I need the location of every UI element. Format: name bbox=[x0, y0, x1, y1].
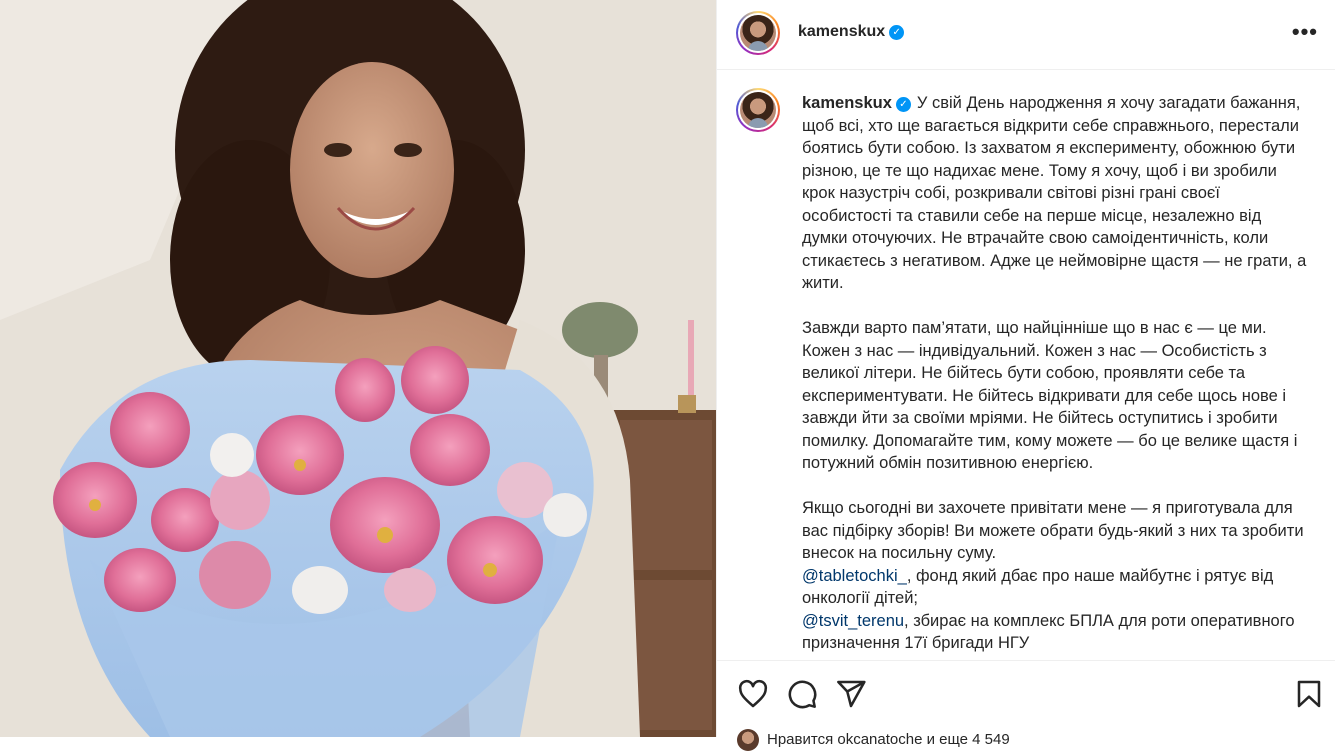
caption-mention-2-line: @tsvit_terenu, збирає на комплекс БПЛА д… bbox=[802, 610, 1307, 655]
more-options-icon[interactable]: ••• bbox=[1292, 21, 1318, 43]
author-avatar[interactable] bbox=[736, 11, 780, 55]
post-header: kamenskux ✓ ••• bbox=[717, 0, 1335, 70]
verified-badge-icon: ✓ bbox=[895, 97, 911, 112]
verified-badge-icon: ✓ bbox=[889, 25, 905, 40]
likes-summary[interactable]: Нравится okcanatoche и еще 4 549 bbox=[737, 729, 1317, 753]
caption-scroll-area[interactable]: kamenskux ✓ У свій День народження я хочу … bbox=[717, 70, 1335, 660]
post-caption: kamenskux ✓ У свій День народження я хочу … bbox=[802, 92, 1307, 655]
mention-link[interactable]: @tabletochki_ bbox=[802, 567, 907, 585]
caption-author-avatar[interactable] bbox=[736, 88, 780, 132]
header-username[interactable]: kamenskux bbox=[798, 23, 885, 40]
caption-text-1: У свій День народження я хочу загадати б… bbox=[802, 94, 1307, 292]
liker-avatar bbox=[737, 729, 759, 751]
caption-mention-1-line: @tabletochki_, фонд який дбає про наше м… bbox=[802, 565, 1307, 610]
heart-icon[interactable] bbox=[737, 678, 769, 710]
likes-text: Нравится okcanatoche и еще 4 549 bbox=[767, 730, 1010, 748]
post-photo[interactable] bbox=[0, 0, 716, 737]
post-actions-bar: Нравится okcanatoche и еще 4 549 bbox=[717, 660, 1335, 751]
bookmark-icon[interactable] bbox=[1293, 678, 1325, 710]
caption-paragraph-2: Завжди варто пам’ятати, що найцінніше що… bbox=[802, 319, 1298, 472]
caption-username-row: kamenskux ✓ bbox=[802, 94, 911, 112]
comment-icon[interactable] bbox=[786, 678, 818, 710]
caption-paragraph-1: kamenskux ✓ У свій День народження я хочу … bbox=[802, 92, 1307, 295]
post-side-panel: kamenskux ✓ ••• kamenskux ✓ У свій День нар… bbox=[716, 0, 1335, 751]
post-photo-illustration bbox=[0, 0, 716, 737]
share-icon[interactable] bbox=[835, 678, 867, 710]
caption-username[interactable]: kamenskux bbox=[802, 94, 892, 112]
header-username-row: kamenskux ✓ bbox=[798, 23, 905, 41]
mention-link[interactable]: @tsvit_terenu bbox=[802, 612, 904, 630]
caption-paragraph-3: Якщо сьогодні ви захочете привітати мене… bbox=[802, 499, 1304, 562]
